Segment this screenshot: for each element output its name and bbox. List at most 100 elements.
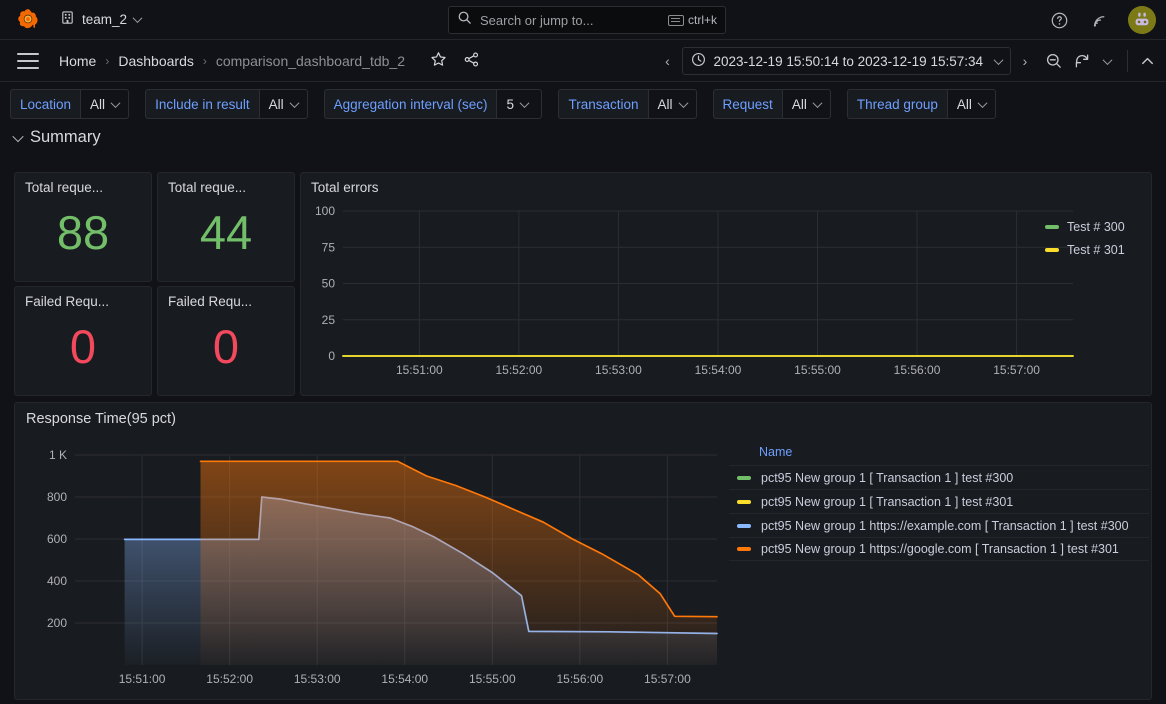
keyboard-icon — [668, 15, 684, 26]
chevron-down-icon — [678, 98, 688, 108]
refresh-icon[interactable] — [1071, 50, 1093, 72]
panel-title: Total errors — [301, 173, 1151, 195]
variable-location-select[interactable]: All — [80, 89, 129, 119]
zoom-out-icon[interactable] — [1043, 50, 1065, 72]
svg-text:25: 25 — [322, 313, 336, 327]
response-time-chart[interactable]: 2004006008001 K15:51:0015:52:0015:53:001… — [15, 431, 735, 703]
panel-total-requests-2[interactable]: Total reque... 44 — [157, 172, 295, 282]
svg-text:15:51:00: 15:51:00 — [396, 363, 443, 377]
legend-swatch — [1045, 248, 1059, 252]
variable-include-in-result: Include in result All — [145, 89, 308, 119]
variable-request-label: Request — [713, 89, 782, 119]
chevron-down-icon — [12, 130, 23, 141]
variable-aggregation-interval-select[interactable]: 5 — [496, 89, 542, 119]
panel-title: Total reque... — [15, 173, 151, 195]
variables-bar: Location All Include in result All Aggre… — [0, 82, 1166, 126]
svg-text:75: 75 — [322, 240, 336, 254]
search-shortcut-label: ctrl+k — [688, 13, 717, 27]
legend-item[interactable]: pct95 New group 1 https://example.com [ … — [729, 513, 1149, 537]
variable-request: Request All — [713, 89, 831, 119]
chevron-down-icon — [812, 98, 822, 108]
chevron-down-icon — [111, 98, 121, 108]
legend-item[interactable]: pct95 New group 1 [ Transaction 1 ] test… — [729, 465, 1149, 489]
stat-value: 44 — [158, 209, 294, 256]
panel-failed-requests-1[interactable]: Failed Requ... 0 — [14, 286, 152, 396]
chevron-up-icon[interactable] — [1136, 50, 1158, 72]
legend-item[interactable]: pct95 New group 1 https://google.com [ T… — [729, 537, 1149, 561]
legend-swatch — [737, 476, 751, 480]
search-placeholder: Search or jump to... — [480, 13, 660, 28]
svg-text:0: 0 — [328, 349, 335, 363]
variable-request-select[interactable]: All — [782, 89, 831, 119]
svg-text:200: 200 — [47, 616, 67, 630]
total-errors-chart[interactable]: 025507510015:51:0015:52:0015:53:0015:54:… — [301, 195, 1151, 390]
variable-transaction-select[interactable]: All — [648, 89, 697, 119]
legend-swatch — [737, 524, 751, 528]
stat-value: 0 — [15, 323, 151, 370]
legend-label: pct95 New group 1 [ Transaction 1 ] test… — [761, 471, 1013, 485]
search-icon — [457, 10, 472, 30]
legend-item[interactable]: Test # 300 — [1045, 215, 1125, 238]
legend-label: pct95 New group 1 [ Transaction 1 ] test… — [761, 495, 1013, 509]
legend-swatch — [737, 500, 751, 504]
variable-thread-group-select[interactable]: All — [947, 89, 996, 119]
star-icon[interactable] — [430, 51, 447, 71]
user-avatar[interactable] — [1128, 6, 1156, 34]
panel-total-errors[interactable]: Total errors 025507510015:51:0015:52:001… — [300, 172, 1152, 396]
variable-transaction-value: All — [658, 97, 673, 112]
legend-item[interactable]: pct95 New group 1 [ Transaction 1 ] test… — [729, 489, 1149, 513]
panel-total-requests-1[interactable]: Total reque... 88 — [14, 172, 152, 282]
time-range-picker[interactable]: 2023-12-19 15:50:14 to 2023-12-19 15:57:… — [682, 47, 1011, 75]
panel-response-time[interactable]: Response Time(95 pct) 2004006008001 K15:… — [14, 402, 1152, 700]
time-range-next-button[interactable]: › — [1013, 47, 1037, 75]
legend-item[interactable]: Test # 301 — [1045, 238, 1125, 261]
grafana-logo-icon[interactable] — [14, 6, 42, 34]
time-range-prev-button[interactable]: ‹ — [656, 47, 680, 75]
svg-text:400: 400 — [47, 574, 67, 588]
svg-text:15:57:00: 15:57:00 — [993, 363, 1040, 377]
breadcrumb-item-home[interactable]: Home — [59, 53, 96, 69]
search-shortcut-hint: ctrl+k — [668, 13, 717, 27]
breadcrumb-item-dashboard-name[interactable]: comparison_dashboard_tdb_2 — [216, 53, 405, 69]
svg-text:600: 600 — [47, 532, 67, 546]
clock-icon — [691, 52, 706, 70]
chevron-down-icon[interactable] — [994, 55, 1004, 65]
share-nodes-icon[interactable] — [463, 51, 480, 71]
variable-include-in-result-select[interactable]: All — [259, 89, 308, 119]
row-title: Summary — [30, 128, 101, 147]
breadcrumb-item-dashboards[interactable]: Dashboards — [118, 53, 194, 69]
variable-request-value: All — [792, 97, 807, 112]
breadcrumb-separator: › — [105, 54, 109, 68]
svg-text:15:55:00: 15:55:00 — [794, 363, 841, 377]
chevron-down-icon — [520, 98, 530, 108]
org-switcher[interactable]: team_2 — [54, 7, 147, 33]
legend-label: Test # 301 — [1067, 243, 1125, 257]
panel-failed-requests-2[interactable]: Failed Requ... 0 — [157, 286, 295, 396]
svg-text:15:52:00: 15:52:00 — [496, 363, 543, 377]
svg-text:800: 800 — [47, 490, 67, 504]
legend-label: Test # 300 — [1067, 220, 1125, 234]
svg-text:15:56:00: 15:56:00 — [556, 672, 603, 686]
time-range-label: 2023-12-19 15:50:14 to 2023-12-19 15:57:… — [714, 54, 983, 69]
variable-thread-group: Thread group All — [847, 89, 996, 119]
row-header-summary[interactable]: Summary — [0, 126, 1166, 153]
panel-title: Total reque... — [158, 173, 294, 195]
legend-column-header-name[interactable]: Name — [729, 445, 1149, 465]
svg-text:15:52:00: 15:52:00 — [206, 672, 253, 686]
hamburger-menu-icon[interactable] — [17, 53, 39, 69]
stat-value: 88 — [15, 209, 151, 256]
variable-aggregation-interval: Aggregation interval (sec) 5 — [324, 89, 543, 119]
top-navigation-bar: team_2 Search or jump to... ctrl+k — [0, 0, 1166, 40]
search-input[interactable]: Search or jump to... ctrl+k — [448, 6, 726, 34]
refresh-interval-dropdown[interactable] — [1095, 47, 1119, 75]
variable-aggregation-interval-value: 5 — [506, 97, 514, 112]
breadcrumb: Home › Dashboards › comparison_dashboard… — [59, 51, 480, 71]
svg-text:15:54:00: 15:54:00 — [381, 672, 428, 686]
variable-include-in-result-label: Include in result — [145, 89, 259, 119]
rss-icon[interactable] — [1088, 9, 1110, 31]
help-circle-icon[interactable] — [1048, 9, 1070, 31]
chevron-down-icon — [289, 98, 299, 108]
chevron-down-icon[interactable] — [133, 13, 143, 23]
building-icon — [60, 10, 75, 30]
svg-text:100: 100 — [315, 204, 335, 218]
